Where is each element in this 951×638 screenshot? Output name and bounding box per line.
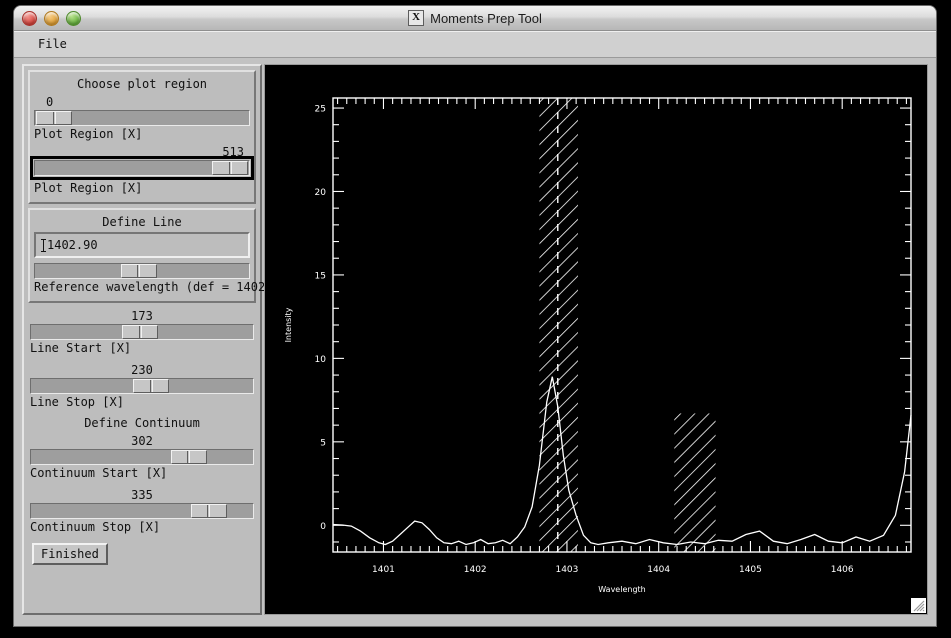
line-stop-control: 230 Line Stop [X] [30,362,254,412]
slider-thumb[interactable] [36,111,72,125]
y-tick-label: 25 [315,105,326,115]
y-tick-label: 5 [320,438,326,448]
continuum-stop-slider[interactable] [30,503,254,519]
y-tick-label: 15 [315,271,326,281]
x-tick-label: 1401 [372,565,395,575]
y-tick-label: 0 [320,522,326,532]
application-window: X Moments Prep Tool File Choose plot reg… [14,6,936,626]
continuum-stop-control: 335 Continuum Stop [X] [30,487,254,537]
reference-wavelength-label: Reference wavelength (def = 1402.77) [34,280,295,294]
group-define-line: Define Line 1402.90 Reference wavelength… [28,208,295,303]
continuum-stop-label: Continuum Stop [X] [30,520,161,534]
control-panel: Choose plot region 0 Plot Region [X] 513… [22,64,295,615]
window-title-group: X Moments Prep Tool [14,6,936,30]
slider-thumb[interactable] [170,450,207,464]
reference-wavelength-value: 1402.90 [47,238,98,252]
continuum-start-slider[interactable] [30,449,254,465]
slider-thumb[interactable] [190,504,227,518]
x-tick-label: 1406 [831,565,854,575]
slider-thumb[interactable] [122,325,159,339]
group-title-choose-plot-region: Choose plot region [76,77,208,91]
line-stop-value: 230 [131,363,153,377]
window-body: Choose plot region 0 Plot Region [X] 513… [14,58,936,626]
slider-thumb[interactable] [212,161,248,175]
line-start-label: Line Start [X] [30,341,132,355]
line-start-value: 173 [131,309,153,323]
menu-item-file[interactable]: File [28,35,77,53]
x-tick-label: 1403 [555,565,578,575]
y-tick-label: 10 [315,355,327,365]
plot-region-stop-slider[interactable] [30,156,254,180]
spectrum-plot: 1401 1402 1403 1404 1405 1406 0 5 10 15 20 25 Wavele… [265,65,927,614]
finished-button[interactable]: Finished [32,543,108,565]
y-tick-label: 20 [315,188,327,198]
line-stop-label: Line Stop [X] [30,395,124,409]
line-region [539,98,578,552]
x11-x-icon: X [408,10,425,26]
resize-grip[interactable] [911,598,926,613]
x-tick-label: 1405 [739,565,762,575]
plot-region-start-slider[interactable] [34,110,250,126]
x-axis-label: Wavelength [598,585,645,594]
plot-canvas: 1401 1402 1403 1404 1405 1406 0 5 10 15 20 25 Wavele… [264,64,928,615]
line-start-control: 173 Line Start [X] [30,308,254,358]
slider-thumb[interactable] [133,379,170,393]
group-title-define-continuum: Define Continuum [84,416,200,430]
x-tick-label: 1402 [464,565,487,575]
line-start-slider[interactable] [30,324,254,340]
continuum-stop-value: 335 [131,488,153,502]
line-stop-slider[interactable] [30,378,254,394]
window-title: Moments Prep Tool [430,10,542,26]
plot-region-stop-label: Plot Region [X] [34,181,143,195]
x-tick-label: 1404 [647,565,670,575]
plot-region-start-value: 0 [46,95,54,109]
reference-wavelength-slider[interactable] [34,263,250,279]
text-caret-icon [41,238,47,252]
plot-region-stop-value: 513 [222,145,244,159]
group-choose-plot-region: Choose plot region 0 Plot Region [X] 513… [28,70,256,204]
y-axis-label: Intensity [284,307,293,342]
reference-wavelength-input[interactable]: 1402.90 [34,232,250,258]
window-titlebar[interactable]: X Moments Prep Tool [14,6,936,31]
slider-thumb[interactable] [120,264,157,278]
plot-region-start-label: Plot Region [X] [34,127,143,141]
group-title-define-line: Define Line [102,215,182,229]
continuum-start-control: 302 Continuum Start [X] [30,433,254,483]
continuum-start-label: Continuum Start [X] [30,466,168,480]
continuum-start-value: 302 [131,434,153,448]
screen: X Moments Prep Tool File Choose plot reg… [0,0,951,638]
menubar: File [14,31,936,58]
continuum-region [674,413,716,552]
